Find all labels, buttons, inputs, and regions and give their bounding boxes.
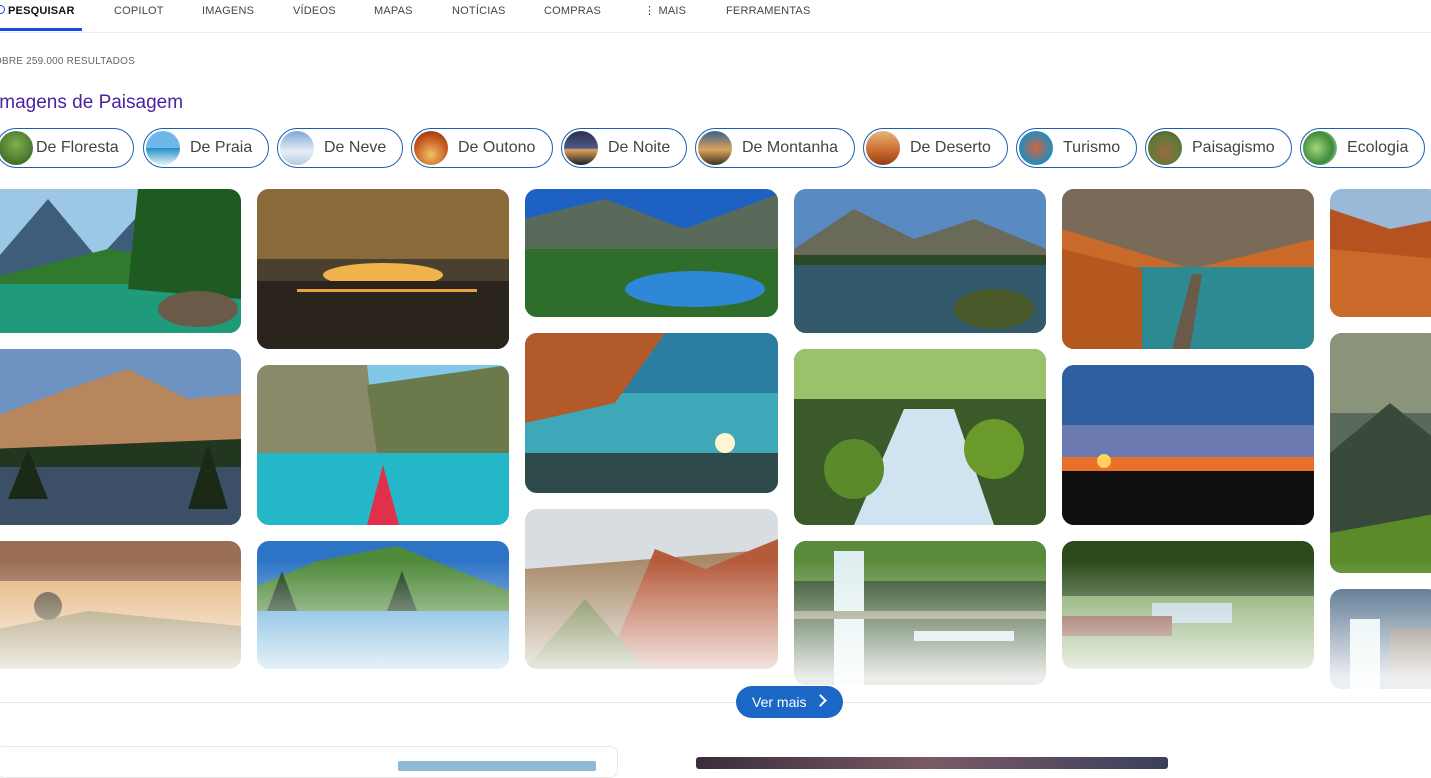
- image-result[interactable]: [794, 349, 1046, 525]
- ver-mais-label: Ver mais: [752, 694, 807, 710]
- image-result[interactable]: [1330, 589, 1431, 689]
- search-icon[interactable]: [0, 5, 5, 14]
- image-result[interactable]: [525, 189, 778, 317]
- active-tab-indicator: [0, 28, 82, 31]
- result-image-preview[interactable]: [696, 757, 1168, 769]
- chip-thumbnail: [414, 131, 448, 165]
- chip-label: De Floresta: [36, 139, 119, 156]
- result-card-thumbnail: [398, 761, 596, 771]
- chip-thumbnail: [564, 131, 598, 165]
- image-result[interactable]: [794, 541, 1046, 685]
- nav-tab-mapas[interactable]: MAPAS: [374, 0, 413, 32]
- chip-label: Paisagismo: [1192, 139, 1275, 156]
- chip-label: De Neve: [324, 139, 387, 156]
- nav-tab-compras[interactable]: COMPRAS: [544, 0, 601, 32]
- chip-de-neve[interactable]: De Neve: [277, 128, 403, 168]
- image-result[interactable]: [257, 541, 509, 669]
- chip-label: Ecologia: [1347, 139, 1409, 156]
- chip-de-praia[interactable]: De Praia: [143, 128, 269, 168]
- section-divider: [0, 702, 1431, 703]
- nav-tab-noticias[interactable]: NOTÍCIAS: [452, 0, 506, 32]
- chip-thumbnail: [866, 131, 900, 165]
- chip-thumbnail: [0, 131, 33, 165]
- image-result[interactable]: [1330, 333, 1431, 573]
- nav-tab-mais[interactable]: ⋮ MAIS: [644, 0, 686, 32]
- image-result[interactable]: [0, 541, 241, 669]
- nav-tab-ferramentas[interactable]: FERRAMENTAS: [726, 0, 811, 32]
- ver-mais-button[interactable]: Ver mais: [736, 686, 843, 718]
- image-result[interactable]: [257, 365, 509, 525]
- chip-turismo[interactable]: Turismo: [1016, 128, 1137, 168]
- chip-thumbnail: [146, 131, 180, 165]
- results-count: OBRE 259.000 RESULTADOS: [0, 56, 135, 67]
- chip-label: Turismo: [1063, 139, 1121, 156]
- chip-label: De Outono: [458, 139, 536, 156]
- chip-de-montanha[interactable]: De Montanha: [695, 128, 855, 168]
- nav-tab-copilot[interactable]: COPILOT: [114, 0, 164, 32]
- chip-thumbnail: [1303, 131, 1337, 165]
- chip-thumbnail: [1019, 131, 1053, 165]
- image-result[interactable]: [0, 189, 241, 333]
- image-result[interactable]: [1062, 189, 1314, 349]
- top-navigation: PESQUISAR COPILOT IMAGENS VÍDEOS MAPAS N…: [0, 0, 1431, 33]
- chip-ecologia[interactable]: Ecologia: [1300, 128, 1425, 168]
- chip-de-floresta[interactable]: De Floresta: [0, 128, 134, 168]
- chevron-right-icon: [814, 694, 827, 707]
- image-result[interactable]: [257, 189, 509, 349]
- chip-label: De Deserto: [910, 139, 991, 156]
- image-result[interactable]: [794, 189, 1046, 333]
- image-result[interactable]: [1062, 365, 1314, 525]
- image-result[interactable]: [525, 509, 778, 669]
- chip-de-deserto[interactable]: De Deserto: [863, 128, 1008, 168]
- chip-thumbnail: [280, 131, 314, 165]
- nav-tab-videos[interactable]: VÍDEOS: [293, 0, 336, 32]
- chip-thumbnail: [1148, 131, 1182, 165]
- nav-tab-imagens[interactable]: IMAGENS: [202, 0, 254, 32]
- image-result[interactable]: [0, 349, 241, 525]
- image-result[interactable]: [1062, 541, 1314, 669]
- chip-label: De Montanha: [742, 139, 839, 156]
- chip-de-outono[interactable]: De Outono: [411, 128, 553, 168]
- section-title[interactable]: Imagens de Paisagem: [0, 92, 183, 114]
- chip-paisagismo[interactable]: Paisagismo: [1145, 128, 1292, 168]
- chip-thumbnail: [698, 131, 732, 165]
- chip-de-noite[interactable]: De Noite: [561, 128, 687, 168]
- image-result[interactable]: [525, 333, 778, 493]
- chip-label: De Praia: [190, 139, 253, 156]
- chip-label: De Noite: [608, 139, 671, 156]
- image-result[interactable]: [1330, 189, 1431, 317]
